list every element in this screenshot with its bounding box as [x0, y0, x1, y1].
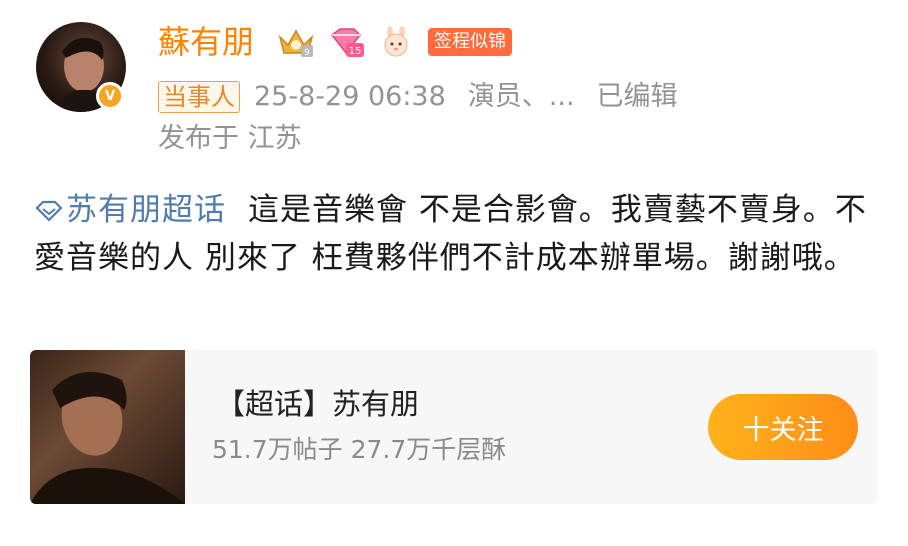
super-topic-label[interactable]: 苏有朋超话	[66, 192, 226, 228]
diamond-level-icon[interactable]: 15	[326, 24, 366, 60]
author-badges: 9 15 签程似锦	[276, 24, 512, 60]
cute-bunny-icon[interactable]	[376, 24, 416, 60]
super-topic-card[interactable]: 【超话】苏有朋 51.7万帖子 27.7万千层酥 十关注	[30, 350, 878, 504]
card-thumbnail-image	[30, 372, 185, 504]
weibo-post: V 蘇有朋 9 15 签程似锦 当事人 25-8-29 06:38 演员、...…	[0, 0, 908, 546]
super-topic-diamond-icon	[35, 200, 63, 222]
card-stats: 51.7万帖子 27.7万千层酥	[212, 435, 507, 464]
post-location: 发布于 江苏	[158, 123, 302, 154]
author-name[interactable]: 蘇有朋	[158, 22, 254, 62]
super-topic-link[interactable]: 苏有朋超话	[34, 192, 226, 228]
follow-button[interactable]: 十关注	[708, 394, 858, 460]
post-source: 演员、...	[467, 81, 575, 112]
svg-text:15: 15	[349, 46, 362, 57]
card-thumbnail[interactable]	[30, 350, 185, 504]
author-avatar-wrap[interactable]: V	[36, 22, 126, 112]
edited-label[interactable]: 已编辑	[597, 80, 678, 114]
verified-v-icon: V	[96, 82, 124, 110]
role-tag: 当事人	[158, 81, 240, 113]
post-content: 苏有朋超话 這是音樂會 不是合影會。我賣藝不賣身。不愛音樂的人 別來了 枉費夥伴們…	[34, 186, 884, 282]
svg-text:9: 9	[304, 48, 310, 58]
honor-tag-badge[interactable]: 签程似锦	[428, 28, 512, 56]
crown-member-icon[interactable]: 9	[276, 24, 316, 60]
post-time: 25-8-29 06:38	[254, 81, 446, 112]
card-title[interactable]: 【超话】苏有朋	[216, 386, 419, 422]
post-meta: 当事人 25-8-29 06:38 演员、... 已编辑	[158, 80, 678, 114]
